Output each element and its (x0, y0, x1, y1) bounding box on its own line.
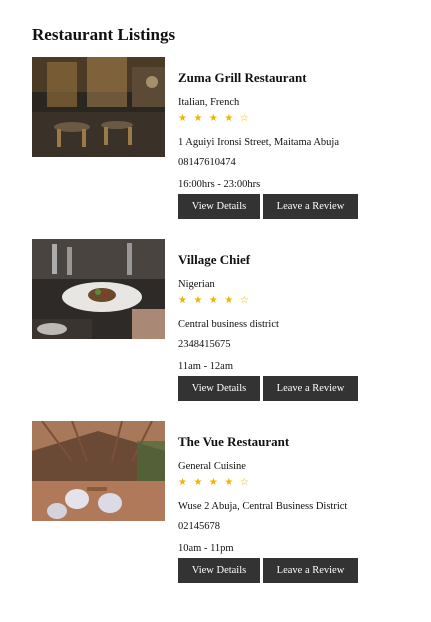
listing-actions: View Details Leave a Review (178, 376, 358, 401)
star-rating: ★ ★ ★ ★ ☆ (178, 113, 251, 124)
listing-actions: View Details Leave a Review (178, 194, 358, 219)
restaurant-photo[interactable] (32, 421, 165, 521)
restaurant-name: Zuma Grill Restaurant (178, 70, 307, 85)
restaurant-hours: 10am - 11pm (178, 543, 234, 554)
restaurant-cuisine: Nigerian (178, 279, 215, 290)
leave-review-button[interactable]: Leave a Review (263, 376, 358, 401)
leave-review-button[interactable]: Leave a Review (263, 558, 358, 583)
restaurant-phone: 08147610474 (178, 157, 236, 168)
leave-review-button[interactable]: Leave a Review (263, 194, 358, 219)
star-rating: ★ ★ ★ ★ ☆ (178, 477, 251, 488)
listing-card: Zuma Grill Restaurant Italian, French ★ … (32, 57, 422, 227)
restaurant-phone: 02145678 (178, 521, 220, 532)
restaurant-cuisine: Italian, French (178, 97, 240, 108)
listing-card: Village Chief Nigerian ★ ★ ★ ★ ☆ Central… (32, 239, 422, 409)
restaurant-listings-page: Restaurant Listings Zuma Grill Restauran… (32, 24, 422, 583)
view-details-button[interactable]: View Details (178, 194, 260, 219)
restaurant-address: Wuse 2 Abuja, Central Business District (178, 501, 348, 512)
restaurant-hours: 16:00hrs - 23:00hrs (178, 179, 261, 190)
view-details-button[interactable]: View Details (178, 376, 260, 401)
restaurant-cuisine: General Cuisine (178, 461, 246, 472)
restaurant-address: 1 Aguiyi Ironsi Street, Maitama Abuja (178, 137, 339, 148)
page-title: Restaurant Listings (32, 25, 176, 44)
star-rating: ★ ★ ★ ★ ☆ (178, 295, 251, 306)
listing-card: The Vue Restaurant General Cuisine ★ ★ ★… (32, 421, 422, 591)
restaurant-name: Village Chief (178, 252, 251, 267)
restaurant-photo[interactable] (32, 57, 165, 157)
restaurant-address: Central business district (178, 319, 279, 330)
restaurant-photo[interactable] (32, 239, 165, 339)
restaurant-hours: 11am - 12am (178, 361, 234, 372)
listing-actions: View Details Leave a Review (178, 558, 358, 583)
view-details-button[interactable]: View Details (178, 558, 260, 583)
restaurant-phone: 2348415675 (178, 339, 231, 350)
restaurant-name: The Vue Restaurant (178, 434, 290, 449)
